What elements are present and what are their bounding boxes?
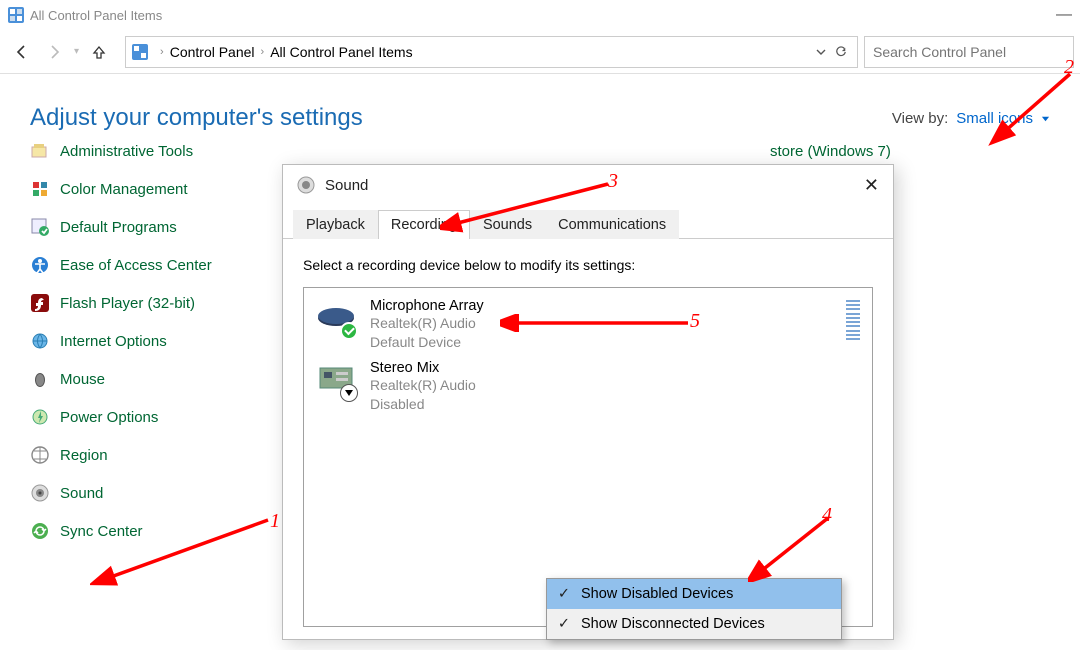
dropdown-triangle-icon xyxy=(1041,114,1050,123)
control-panel-icon xyxy=(132,44,148,60)
menu-show-disabled[interactable]: ✓ Show Disabled Devices xyxy=(547,579,841,609)
dialog-title: Sound xyxy=(325,177,368,194)
cp-item-internet-options[interactable]: Internet Options xyxy=(30,322,310,360)
microphone-icon xyxy=(316,298,356,338)
breadcrumb-current[interactable]: All Control Panel Items xyxy=(270,44,412,60)
history-dropdown[interactable]: ▾ xyxy=(74,46,79,57)
cp-item-label: Color Management xyxy=(60,181,188,198)
speaker-icon xyxy=(297,176,315,194)
disabled-down-icon xyxy=(340,384,358,402)
chevron-right-icon: › xyxy=(160,46,164,58)
cp-item-sound[interactable]: Sound xyxy=(30,474,310,512)
tab-playback[interactable]: Playback xyxy=(293,210,378,239)
device-microphone-array[interactable]: Microphone Array Realtek(R) Audio Defaul… xyxy=(308,294,868,356)
page-heading: Adjust your computer's settings xyxy=(30,104,363,132)
device-name: Stereo Mix xyxy=(370,360,860,376)
tab-recording[interactable]: Recording xyxy=(378,210,470,239)
cp-item-label: Region xyxy=(60,447,108,464)
color-icon xyxy=(30,179,50,199)
cp-item-color-management[interactable]: Color Management xyxy=(30,170,310,208)
refresh-icon[interactable] xyxy=(835,46,847,58)
device-name: Microphone Array xyxy=(370,298,832,314)
cp-item-label: Administrative Tools xyxy=(60,143,193,160)
menu-item-label: Show Disabled Devices xyxy=(581,586,733,602)
device-status: Default Device xyxy=(370,333,832,352)
cp-item-mouse[interactable]: Mouse xyxy=(30,360,310,398)
cp-item-default-programs[interactable]: Default Programs xyxy=(30,208,310,246)
cp-item-sync-center[interactable]: Sync Center xyxy=(30,512,310,550)
cp-item-label: Default Programs xyxy=(60,219,177,236)
cp-item-ease-of-access[interactable]: Ease of Access Center xyxy=(30,246,310,284)
default-check-icon xyxy=(340,322,358,340)
view-by-selector[interactable]: View by: Small icons xyxy=(892,110,1050,127)
close-button[interactable]: ✕ xyxy=(864,175,879,196)
up-button[interactable] xyxy=(83,36,115,68)
navigation-bar: ▾ › Control Panel › All Control Panel It… xyxy=(0,30,1080,74)
breadcrumb-root[interactable]: Control Panel xyxy=(170,44,255,60)
tab-sounds[interactable]: Sounds xyxy=(470,210,545,239)
window-titlebar: All Control Panel Items — xyxy=(0,0,1080,30)
control-panel-grid: Administrative Tools Color Management De… xyxy=(0,132,1080,162)
dialog-titlebar[interactable]: Sound ✕ xyxy=(283,165,893,205)
cp-item-label: Sync Center xyxy=(60,523,143,540)
programs-icon xyxy=(30,217,50,237)
check-icon: ✓ xyxy=(547,586,581,602)
instruction-text: Select a recording device below to modif… xyxy=(303,257,873,273)
level-meter xyxy=(846,298,860,342)
menu-item-label: Show Disconnected Devices xyxy=(581,616,765,632)
cp-item-label: Flash Player (32-bit) xyxy=(60,295,195,312)
tab-communications[interactable]: Communications xyxy=(545,210,679,239)
chevron-right-icon: › xyxy=(261,46,265,58)
sound-icon xyxy=(30,483,50,503)
menu-show-disconnected[interactable]: ✓ Show Disconnected Devices xyxy=(547,609,841,639)
device-provider: Realtek(R) Audio xyxy=(370,376,860,395)
minimize-button[interactable]: — xyxy=(1056,6,1072,24)
control-panel-icon xyxy=(8,7,24,23)
view-by-value: Small icons xyxy=(956,110,1033,127)
cp-item-flash-player[interactable]: Flash Player (32-bit) xyxy=(30,284,310,322)
context-menu: ✓ Show Disabled Devices ✓ Show Disconnec… xyxy=(546,578,842,640)
device-stereo-mix[interactable]: Stereo Mix Realtek(R) Audio Disabled xyxy=(308,356,868,418)
cp-item-administrative-tools[interactable]: Administrative Tools xyxy=(30,132,310,170)
device-status: Disabled xyxy=(370,395,860,414)
view-by-label: View by: xyxy=(892,110,948,127)
header-row: Adjust your computer's settings View by:… xyxy=(0,74,1080,132)
access-icon xyxy=(30,255,50,275)
tab-row: Playback Recording Sounds Communications xyxy=(283,205,893,239)
cp-item-label: Sound xyxy=(60,485,103,502)
flash-icon xyxy=(30,293,50,313)
cp-item-label: Internet Options xyxy=(60,333,167,350)
region-icon xyxy=(30,445,50,465)
check-icon: ✓ xyxy=(547,616,581,632)
tools-icon xyxy=(30,141,50,161)
window-title: All Control Panel Items xyxy=(30,8,162,23)
device-list[interactable]: Microphone Array Realtek(R) Audio Defaul… xyxy=(303,287,873,627)
device-provider: Realtek(R) Audio xyxy=(370,314,832,333)
cp-item-label: Power Options xyxy=(60,409,158,426)
sync-icon xyxy=(30,521,50,541)
cp-item-label: store (Windows 7) xyxy=(770,143,891,160)
cp-item-region[interactable]: Region xyxy=(30,436,310,474)
internet-icon xyxy=(30,331,50,351)
search-input[interactable] xyxy=(864,36,1074,68)
forward-button[interactable] xyxy=(38,36,70,68)
address-bar[interactable]: › Control Panel › All Control Panel Item… xyxy=(125,36,858,68)
dropdown-icon[interactable] xyxy=(815,46,827,58)
mouse-icon xyxy=(30,369,50,389)
sound-dialog: Sound ✕ Playback Recording Sounds Commun… xyxy=(282,164,894,640)
cp-item-label: Ease of Access Center xyxy=(60,257,212,274)
cp-item-label: Mouse xyxy=(60,371,105,388)
back-button[interactable] xyxy=(6,36,38,68)
power-icon xyxy=(30,407,50,427)
soundcard-icon xyxy=(316,360,356,400)
cp-item-power-options[interactable]: Power Options xyxy=(30,398,310,436)
